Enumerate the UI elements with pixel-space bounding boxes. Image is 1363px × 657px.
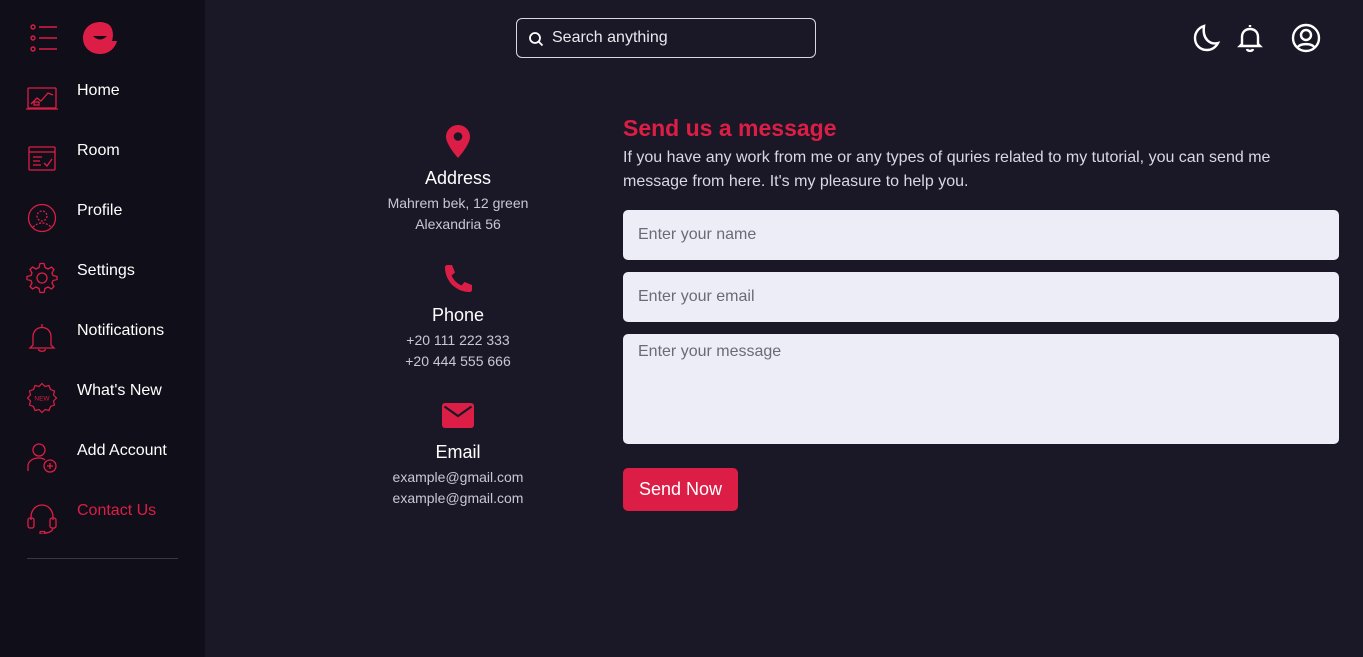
phone-title: Phone <box>431 305 485 325</box>
address-line: Mahrem bek, 12 green <box>387 195 529 211</box>
address-title: Address <box>424 168 492 188</box>
new-badge-icon: NEW <box>26 382 58 414</box>
search-box[interactable] <box>516 18 816 58</box>
sidebar-item-whats-new[interactable]: NEW What's New <box>26 382 196 422</box>
message-field[interactable] <box>623 334 1339 444</box>
sidebar-divider <box>27 558 178 559</box>
sidebar-item-add-account[interactable]: Add Account <box>26 442 196 482</box>
sidebar-item-label: What's New <box>77 382 162 399</box>
moon-icon[interactable] <box>1190 22 1222 54</box>
email-field[interactable] <box>623 272 1339 322</box>
phone-icon <box>445 265 472 292</box>
gear-icon <box>26 262 58 294</box>
search-input[interactable] <box>552 19 807 57</box>
sidebar-item-notifications[interactable]: Notifications <box>26 322 196 362</box>
sidebar-item-room[interactable]: Room <box>26 142 196 182</box>
sidebar-item-settings[interactable]: Settings <box>26 262 196 302</box>
email-line: example@gmail.com <box>392 469 524 485</box>
envelope-icon <box>442 403 474 428</box>
list-icon[interactable] <box>30 22 58 54</box>
sidebar-item-label: Settings <box>77 262 135 279</box>
address-block: Address Mahrem bek, 12 green Alexandria … <box>358 125 558 235</box>
sidebar-item-label: Notifications <box>77 322 165 339</box>
email-line: example@gmail.com <box>392 490 524 506</box>
chat-bubble-logo[interactable] <box>82 21 118 55</box>
phone-line: +20 111 222 333 <box>406 332 510 348</box>
account-circle-icon[interactable] <box>1290 22 1322 54</box>
add-user-icon <box>27 443 57 473</box>
sidebar: Home Room Profile Settings Notifications <box>0 0 205 657</box>
sidebar-item-label: Home <box>77 82 120 99</box>
phone-line: +20 444 555 666 <box>405 353 511 369</box>
email-block: Email example@gmail.com example@gmail.co… <box>358 403 558 509</box>
send-now-button[interactable]: Send Now <box>623 468 738 511</box>
bell-icon[interactable] <box>1234 22 1266 54</box>
phone-block: Phone +20 111 222 333 +20 444 555 666 <box>358 263 558 372</box>
sidebar-item-contact-us[interactable]: Contact Us <box>26 502 196 542</box>
headset-icon <box>27 504 57 534</box>
sidebar-item-label: Room <box>77 142 120 159</box>
bell-icon <box>28 324 56 352</box>
monitor-chart-icon <box>26 87 58 110</box>
user-circle-icon <box>27 203 57 233</box>
svg-text:NEW: NEW <box>34 396 50 403</box>
sidebar-item-label: Profile <box>77 202 123 219</box>
form-description: If you have any work from me or any type… <box>623 149 1271 190</box>
sidebar-item-label: Contact Us <box>77 502 157 519</box>
sidebar-item-home[interactable]: Home <box>26 82 196 122</box>
location-pin-icon <box>446 125 470 158</box>
sidebar-item-profile[interactable]: Profile <box>26 202 196 242</box>
email-title: Email <box>435 442 481 462</box>
form-title: Send us a message <box>623 115 837 141</box>
sidebar-item-label: Add Account <box>77 442 167 459</box>
checklist-board-icon <box>28 146 56 171</box>
address-line: Alexandria 56 <box>415 216 501 232</box>
search-icon <box>529 32 544 47</box>
name-field[interactable] <box>623 210 1339 260</box>
